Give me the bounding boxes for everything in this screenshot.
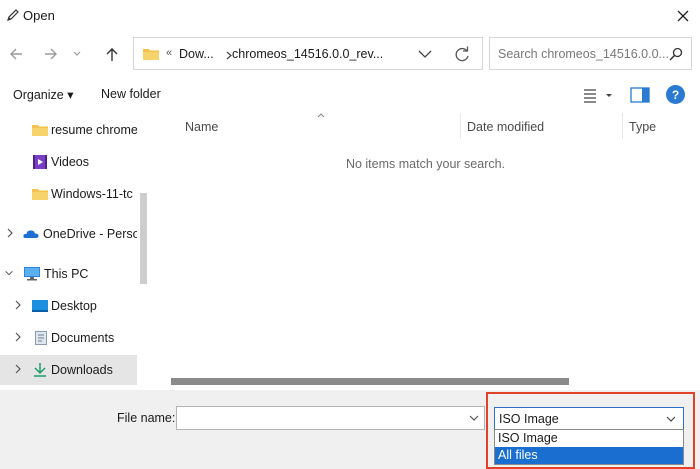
- chevron-down-icon: [73, 51, 81, 56]
- chevron-down-icon: [666, 416, 676, 422]
- organize-menu[interactable]: Organize ▾: [13, 87, 73, 102]
- file-type-selected-value: ISO Image: [499, 412, 559, 426]
- view-options-icon[interactable]: [580, 85, 616, 105]
- close-icon: [677, 10, 689, 21]
- file-type-option-all-files[interactable]: All files: [495, 447, 683, 464]
- sidebar-item-downloads[interactable]: Downloads: [0, 355, 137, 385]
- command-bar: Organize ▾ New folder ?: [0, 77, 700, 113]
- new-folder-button[interactable]: New folder: [101, 87, 161, 101]
- file-name-label: File name:: [117, 411, 176, 425]
- navigation-pane: resume chrome Videos Windows-11-tc OneDr…: [0, 113, 151, 390]
- file-type-select[interactable]: ISO Image: [494, 407, 684, 430]
- recent-locations-button[interactable]: [70, 43, 84, 65]
- sort-ascending-icon: [317, 113, 325, 118]
- search-input[interactable]: Search chromeos_14516.0.0...: [498, 47, 669, 61]
- sidebar-item-label: This PC: [44, 267, 89, 281]
- chevron-right-icon[interactable]: [13, 363, 23, 375]
- file-name-dropdown-icon[interactable]: [469, 414, 479, 422]
- folder-icon: [143, 49, 159, 60]
- file-name-input[interactable]: [176, 406, 485, 430]
- column-divider[interactable]: [622, 113, 623, 139]
- sidebar-item-label: Desktop: [51, 299, 97, 313]
- videos-icon: [33, 155, 47, 169]
- preview-pane-icon[interactable]: [630, 87, 650, 103]
- address-segment-current[interactable]: chromeos_14516.0.0_rev...: [232, 47, 383, 61]
- column-header-date-modified[interactable]: Date modified: [467, 120, 544, 134]
- window-title: Open: [23, 8, 55, 23]
- arrow-right-icon: [45, 48, 57, 60]
- sidebar-item-windows-11[interactable]: Windows-11-tc: [0, 179, 137, 209]
- search-box[interactable]: Search chromeos_14516.0.0...: [489, 37, 692, 70]
- file-type-option-iso[interactable]: ISO Image: [495, 430, 683, 447]
- sidebar-item-label: Videos: [51, 155, 89, 169]
- sidebar-item-videos[interactable]: Videos: [0, 147, 137, 177]
- desktop-icon: [32, 300, 48, 312]
- sidebar-item-onedrive[interactable]: OneDrive - Perso: [0, 219, 140, 249]
- sidebar-scrollbar[interactable]: [137, 113, 151, 390]
- sidebar-item-desktop[interactable]: Desktop: [0, 291, 137, 321]
- folder-icon: [32, 189, 48, 200]
- chevron-right-icon[interactable]: [5, 227, 15, 239]
- address-bar[interactable]: « Dow... chromeos_14516.0.0_rev...: [133, 37, 483, 70]
- sidebar-item-label: Documents: [51, 331, 115, 345]
- sidebar-item-label: OneDrive - Perso: [43, 227, 140, 241]
- search-icon[interactable]: [669, 47, 683, 61]
- forward-button[interactable]: [40, 43, 62, 65]
- help-icon: ?: [671, 87, 680, 102]
- horizontal-scrollbar-thumb[interactable]: [171, 378, 569, 385]
- address-dropdown-icon[interactable]: [416, 46, 434, 62]
- arrow-left-icon: [10, 48, 22, 60]
- folder-icon: [32, 125, 48, 136]
- sidebar-item-this-pc[interactable]: This PC: [0, 259, 137, 289]
- title-bar: Open: [0, 0, 700, 31]
- sidebar-item-resume-chrome[interactable]: resume chrome: [0, 115, 138, 145]
- sidebar-item-label: Downloads: [51, 363, 113, 377]
- chevron-right-icon[interactable]: [13, 331, 23, 343]
- sidebar-item-documents[interactable]: Documents: [0, 323, 137, 353]
- navigation-bar: « Dow... chromeos_14516.0.0_rev... Searc…: [0, 31, 700, 77]
- arrow-up-icon: [106, 47, 118, 61]
- refresh-icon[interactable]: [452, 45, 472, 65]
- sidebar-item-label: Windows-11-tc: [51, 187, 133, 201]
- help-button[interactable]: ?: [666, 85, 685, 104]
- chevron-right-icon[interactable]: [13, 299, 23, 311]
- downloads-icon: [34, 363, 46, 377]
- file-list: Name Date modified Type No items match y…: [151, 113, 700, 390]
- column-header-type[interactable]: Type: [629, 120, 656, 134]
- address-overflow-marker[interactable]: «: [166, 47, 172, 59]
- sidebar-scrollbar-thumb[interactable]: [140, 193, 147, 284]
- empty-results-message: No items match your search.: [345, 157, 506, 171]
- close-button[interactable]: [666, 0, 700, 31]
- documents-icon: [35, 331, 47, 345]
- chevron-down-icon[interactable]: [4, 267, 14, 279]
- address-segment[interactable]: Dow...: [179, 47, 214, 61]
- computer-icon: [24, 267, 40, 281]
- sidebar-item-label: resume chrome: [51, 123, 138, 137]
- back-button[interactable]: [5, 43, 27, 65]
- column-header-name[interactable]: Name: [185, 120, 218, 134]
- horizontal-scrollbar[interactable]: [151, 374, 700, 390]
- pen-icon: [7, 9, 19, 21]
- column-divider[interactable]: [460, 113, 461, 139]
- up-button[interactable]: [101, 43, 123, 65]
- file-type-dropdown-list: ISO Image All files: [494, 429, 684, 465]
- onedrive-icon: [23, 230, 39, 238]
